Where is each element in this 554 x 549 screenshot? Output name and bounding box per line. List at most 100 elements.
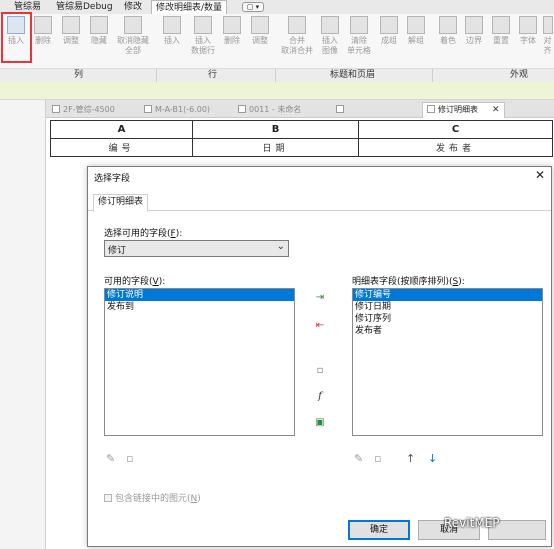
ungroup-button[interactable]: 解组: [404, 16, 428, 66]
align-icon: [542, 16, 553, 34]
hide-column-button[interactable]: 隐藏: [86, 16, 112, 66]
sheet-icon: [238, 105, 246, 113]
delete-row-icon: [223, 16, 241, 34]
ok-button[interactable]: 确定: [348, 520, 410, 540]
group-label-columns: 列: [74, 70, 84, 80]
borders-button[interactable]: 边界: [462, 16, 486, 66]
available-fields-list[interactable]: 修订说明 发布到: [104, 288, 295, 436]
edit-parameter-icon[interactable]: ✎: [354, 452, 363, 465]
schedule-table: A B C 编号 日期 发布者: [50, 120, 553, 157]
ribbon-options-pill[interactable]: ▢ ▾: [242, 2, 264, 12]
field-header-cell[interactable]: 编号: [50, 138, 193, 157]
watermark-text: RevitMEP: [444, 516, 500, 530]
schedule-icon: [427, 105, 435, 113]
unhide-all-button[interactable]: 取消隐藏 全部: [114, 16, 152, 66]
list-item[interactable]: 发布者: [353, 325, 542, 337]
field-header-cell[interactable]: 发布者: [358, 138, 553, 157]
calculated-value-icon[interactable]: f: [313, 391, 327, 403]
font-button[interactable]: 字体: [516, 16, 540, 66]
select-category-label: 选择可用的字段(F):: [104, 229, 183, 239]
close-icon[interactable]: ✕: [535, 168, 545, 182]
group-icon: [380, 16, 398, 34]
group-label-titles-headers: 标题和页眉: [330, 70, 376, 80]
close-icon[interactable]: ✕: [492, 105, 500, 115]
resize-row-button[interactable]: 调整: [247, 16, 273, 66]
shading-icon: [439, 16, 457, 34]
select-fields-dialog: 选择字段 ✕ 修订明细表 选择可用的字段(F): 修订 ⌄ 可用的字段(V): …: [87, 166, 552, 547]
delete-parameter-icon[interactable]: ▫: [374, 452, 381, 465]
ungroup-icon: [407, 16, 425, 34]
view-tab-m-a-b1[interactable]: M-A-B1(-6.00): [144, 103, 210, 117]
dialog-tab-row: 修订明细表: [88, 192, 551, 212]
tab-revision-schedule[interactable]: 修订明细表: [93, 194, 149, 212]
tab-modify-schedule[interactable]: 修改明细表/数量: [151, 0, 228, 14]
category-select[interactable]: 修订 ⌄: [104, 240, 289, 257]
tab-guanzongyi-debug[interactable]: 管综易Debug: [56, 0, 113, 14]
ribbon: 插入 删除 调整 隐藏 取消隐藏 全部 插入 插入 数据行 删除 调整 合并 取…: [0, 14, 554, 83]
insert-data-row-button[interactable]: 插入 数据行: [188, 16, 218, 66]
insert-image-icon: [321, 16, 339, 34]
scheduled-fields-label: 明细表字段(按顺序排列)(S):: [352, 277, 465, 287]
view-tab-bar: 2F-管综-4500 M-A-B1(-6.00) 0011 - 未命名 修订明细…: [46, 100, 554, 118]
column-header-b[interactable]: B: [192, 120, 359, 139]
column-header-c[interactable]: C: [358, 120, 553, 139]
view-tab-2f[interactable]: 2F-管综-4500: [52, 103, 115, 117]
view-tab-0011[interactable]: 0011 - 未命名: [238, 103, 301, 117]
scheduled-fields-list[interactable]: 修订编号 修订日期 修订序列 发布者: [352, 288, 543, 436]
available-fields-label: 可用的字段(V):: [104, 277, 166, 287]
move-down-icon[interactable]: ↓: [428, 452, 437, 465]
clear-cell-button[interactable]: 清除 单元格: [344, 16, 374, 66]
delete-column-icon: [34, 16, 52, 34]
floor-plan-icon: [144, 105, 152, 113]
reset-button[interactable]: 重置: [489, 16, 513, 66]
field-header-cell[interactable]: 日期: [192, 138, 359, 157]
delete-column-button[interactable]: 删除: [31, 16, 55, 66]
properties-strip: [0, 100, 46, 549]
list-item[interactable]: 修订日期: [353, 301, 542, 313]
insert-image-button[interactable]: 插入 图像: [318, 16, 342, 66]
edit-parameter-icon[interactable]: ✎: [106, 452, 115, 465]
tab-modify[interactable]: 修改: [124, 0, 142, 14]
reset-icon: [492, 16, 510, 34]
shading-button[interactable]: 着色: [436, 16, 460, 66]
merge-unmerge-button[interactable]: 合并 取消合并: [279, 16, 315, 66]
column-header-a[interactable]: A: [50, 120, 193, 139]
move-up-icon[interactable]: ↑: [406, 452, 415, 465]
ribbon-tab-bar: 管综易 管综易Debug 修改 修改明细表/数量 ▢ ▾: [0, 0, 554, 14]
insert-row-button[interactable]: 插入: [160, 16, 184, 66]
list-item[interactable]: 修订序列: [353, 313, 542, 325]
resize-row-icon: [251, 16, 269, 34]
add-field-icon[interactable]: ⇥: [313, 292, 327, 304]
delete-parameter-icon[interactable]: ▫: [126, 452, 133, 465]
resize-column-icon: [62, 16, 80, 34]
options-bar: [0, 82, 554, 100]
group-label-appearance: 外观: [510, 70, 529, 80]
hide-column-icon: [90, 16, 108, 34]
view-icon: [336, 105, 344, 113]
insert-row-icon: [163, 16, 181, 34]
insert-button-highlight: [1, 12, 32, 63]
group-label-rows: 行: [208, 70, 218, 80]
clear-cell-icon: [350, 16, 368, 34]
delete-row-button[interactable]: 删除: [220, 16, 244, 66]
insert-data-row-icon: [194, 16, 212, 34]
combine-parameters-icon[interactable]: ▣: [313, 417, 327, 429]
list-item[interactable]: 发布到: [105, 301, 294, 313]
remove-field-icon[interactable]: ⇤: [313, 320, 327, 332]
unhide-all-icon: [124, 16, 142, 34]
new-parameter-icon[interactable]: ▫: [313, 365, 327, 377]
list-item[interactable]: 修订说明: [105, 289, 294, 301]
resize-column-button[interactable]: 调整: [58, 16, 84, 66]
dialog-title: 选择字段: [94, 174, 131, 184]
view-tab-revision-schedule[interactable]: 修订明细表 ✕: [422, 102, 505, 118]
borders-icon: [465, 16, 483, 34]
font-icon: [519, 16, 537, 34]
list-item[interactable]: 修订编号: [353, 289, 542, 301]
group-button[interactable]: 成组: [377, 16, 401, 66]
floor-plan-icon: [52, 105, 60, 113]
checkbox-icon: [104, 494, 112, 502]
include-linked-elements-checkbox[interactable]: 包含链接中的图元(N): [104, 491, 201, 504]
align-button[interactable]: 对齐: [541, 16, 554, 66]
merge-cells-icon: [288, 16, 306, 34]
view-tab-blank[interactable]: [336, 103, 347, 117]
